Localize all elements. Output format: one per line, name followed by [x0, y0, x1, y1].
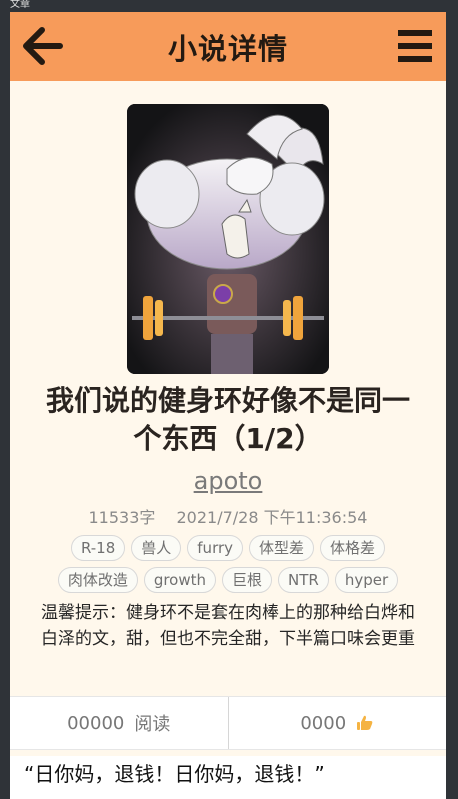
like-button[interactable]: 0000 [227, 697, 447, 749]
page-title: 小说详情 [167, 32, 288, 66]
word-count: 11533字 [88, 508, 156, 527]
like-count: 0000 [300, 712, 347, 734]
stats-bar: 00000 阅读 0000 [10, 696, 446, 750]
novel-title: 我们说的健身环好像不是同一个东西（1/2） [45, 384, 410, 455]
header-bar: 小说详情 [10, 12, 446, 81]
hamburger-menu-icon[interactable] [398, 28, 432, 64]
tag[interactable]: NTR [278, 567, 329, 593]
novel-meta: 11533字 2021/7/28 下午11:36:54 [10, 504, 446, 528]
reading-tip: 温馨提示：健身环不是套在肉棒上的那种给白烨和白泽的文，甜，但也不完全甜，下半篇口… [41, 603, 415, 649]
tag[interactable]: R-18 [70, 535, 126, 561]
app-screen: 小说详情 我们说的健身环好像不是同一个东西（1/2） apoto 11533字 … [10, 12, 446, 799]
thumbs-up-icon [357, 715, 373, 730]
cover-illustration [127, 104, 329, 374]
novel-cover-image[interactable] [127, 104, 329, 374]
tag[interactable]: 巨根 [222, 567, 273, 593]
reads-stat: 00000 阅读 [10, 697, 228, 749]
author-link[interactable]: apoto [10, 467, 446, 495]
read-count: 00000 [67, 712, 125, 734]
publish-datetime: 2021/7/28 下午11:36:54 [176, 508, 368, 527]
tag[interactable]: furry [187, 535, 244, 561]
tag[interactable]: 兽人 [131, 535, 182, 561]
window-caption: 文章 [0, 0, 458, 12]
tag[interactable]: growth [143, 567, 217, 593]
tag[interactable]: 体格差 [320, 535, 386, 561]
tag[interactable]: hyper [334, 567, 399, 593]
chapter-excerpt: “日你妈，退钱！日你妈，退钱！” [10, 756, 446, 799]
read-label: 阅读 [134, 714, 171, 735]
tag[interactable]: 肉体改造 [57, 567, 138, 593]
tag[interactable]: 体型差 [249, 535, 315, 561]
tag-list: R-18 兽人 furry 体型差 体格差 肉体改造 growth 巨根 NTR… [30, 535, 426, 593]
